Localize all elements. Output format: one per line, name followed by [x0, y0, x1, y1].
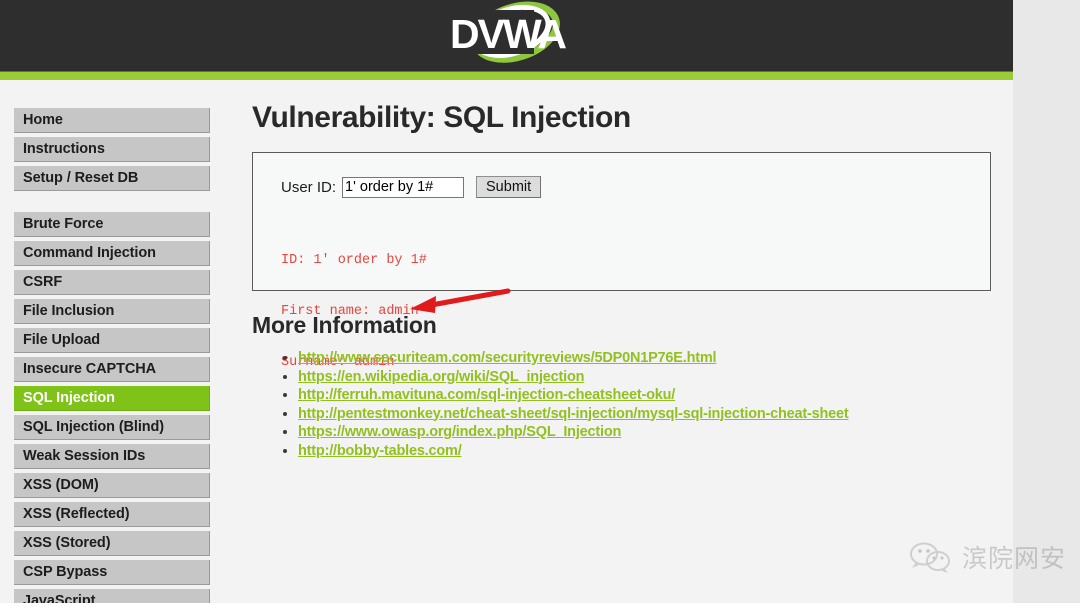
accent-bar	[0, 71, 1013, 80]
list-item: http://pentestmonkey.net/cheat-sheet/sql…	[298, 405, 989, 424]
dvwa-logo: DVWA	[440, 0, 580, 71]
sidebar-item-xss-stored[interactable]: XSS (Stored)	[14, 531, 210, 556]
info-link-mavituna[interactable]: http://ferruh.mavituna.com/sql-injection…	[298, 387, 675, 403]
sidebar-item-command-injection[interactable]: Command Injection	[14, 241, 210, 266]
info-link-bobby-tables[interactable]: http://bobby-tables.com/	[298, 443, 462, 459]
sidebar-item-sql-injection[interactable]: SQL Injection	[14, 386, 210, 411]
sidebar-item-file-inclusion[interactable]: File Inclusion	[14, 299, 210, 324]
page-body: Home Instructions Setup / Reset DB Brute…	[0, 80, 1013, 603]
site-header: DVWA	[0, 0, 1013, 71]
user-id-form: User ID: Submit	[281, 175, 990, 199]
main-content: Vulnerability: SQL Injection User ID: Su…	[224, 80, 1013, 603]
info-link-pentestmonkey[interactable]: http://pentestmonkey.net/cheat-sheet/sql…	[298, 406, 849, 422]
sidebar-group-main: Home Instructions Setup / Reset DB	[0, 108, 224, 191]
sidebar-item-javascript[interactable]: JavaScript	[14, 589, 210, 603]
sidebar-item-sql-injection-blind[interactable]: SQL Injection (Blind)	[14, 415, 210, 440]
sidebar-item-file-upload[interactable]: File Upload	[14, 328, 210, 353]
sidebar-item-weak-session-ids[interactable]: Weak Session IDs	[14, 444, 210, 469]
more-information-links: http://www.securiteam.com/securityreview…	[252, 349, 989, 460]
sidebar-item-xss-dom[interactable]: XSS (DOM)	[14, 473, 210, 498]
sidebar-item-home[interactable]: Home	[14, 108, 210, 133]
list-item: https://en.wikipedia.org/wiki/SQL_inject…	[298, 368, 989, 387]
sidebar-divider	[0, 195, 224, 212]
list-item: https://www.owasp.org/index.php/SQL_Inje…	[298, 423, 989, 442]
user-id-label: User ID:	[281, 178, 337, 196]
sidebar-group-vulnerabilities: Brute Force Command Injection CSRF File …	[0, 212, 224, 603]
sidebar-item-instructions[interactable]: Instructions	[14, 137, 210, 162]
dvwa-logo-text: DVWA	[450, 11, 566, 57]
result-line-id: ID: 1' order by 1#	[281, 253, 427, 268]
user-id-input[interactable]	[342, 176, 465, 198]
sidebar-item-csrf[interactable]: CSRF	[14, 270, 210, 295]
sidebar-item-brute-force[interactable]: Brute Force	[14, 212, 210, 237]
vulnerability-panel: User ID: Submit ID: 1' order by 1# First…	[252, 152, 991, 370]
sidebar-item-xss-reflected[interactable]: XSS (Reflected)	[14, 502, 210, 527]
sidebar-item-setup-reset-db[interactable]: Setup / Reset DB	[14, 166, 210, 191]
list-item: http://ferruh.mavituna.com/sql-injection…	[298, 386, 989, 405]
more-information-title: More Information	[252, 312, 437, 338]
sidebar-nav: Home Instructions Setup / Reset DB Brute…	[0, 80, 224, 603]
sidebar-item-csp-bypass[interactable]: CSP Bypass	[14, 560, 210, 585]
page-title: Vulnerability: SQL Injection	[252, 101, 631, 134]
info-link-securiteam[interactable]: http://www.securiteam.com/securityreview…	[298, 350, 717, 366]
sidebar-item-insecure-captcha[interactable]: Insecure CAPTCHA	[14, 357, 210, 382]
list-item: http://bobby-tables.com/	[298, 442, 989, 461]
info-link-wikipedia[interactable]: https://en.wikipedia.org/wiki/SQL_inject…	[298, 369, 584, 385]
info-link-owasp[interactable]: https://www.owasp.org/index.php/SQL_Inje…	[298, 424, 621, 440]
dvwa-page: DVWA Home Instructions Setup / Reset DB …	[0, 0, 1013, 603]
list-item: http://www.securiteam.com/securityreview…	[298, 349, 989, 368]
submit-button[interactable]: Submit	[476, 176, 542, 198]
